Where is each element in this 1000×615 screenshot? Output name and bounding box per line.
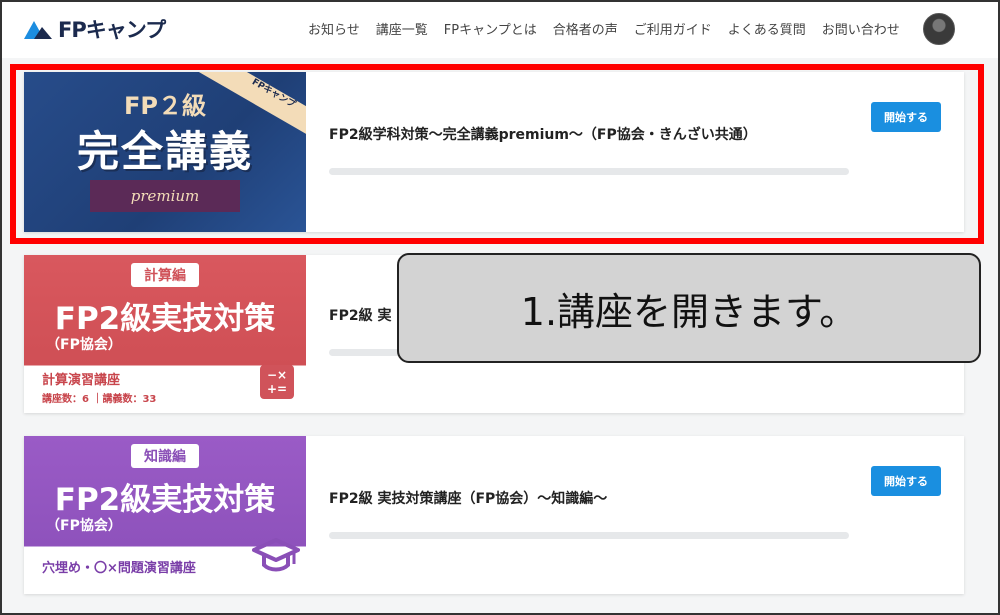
course-title[interactable]: FP2級 実技対策講座（FP協会）～知識編～ bbox=[329, 488, 607, 508]
nav-item-testimonials[interactable]: 合格者の声 bbox=[553, 19, 618, 38]
nav-item-about[interactable]: FPキャンプとは bbox=[444, 19, 537, 38]
logo-mountain-icon bbox=[24, 21, 52, 39]
course-progress-bar bbox=[329, 532, 849, 539]
site-logo[interactable]: FPキャンプ bbox=[22, 14, 166, 44]
logo-text: FPキャンプ bbox=[58, 18, 166, 42]
start-button[interactable]: 開始する bbox=[871, 466, 941, 496]
thumb-course-type: 穴埋め・〇×問題演習講座 bbox=[42, 561, 196, 576]
thumb-subheading: （FP協会） bbox=[46, 518, 122, 534]
calculator-icon: −× += bbox=[260, 365, 294, 399]
instruction-callout: 1.講座を開きます。 bbox=[397, 253, 981, 363]
thumb-tag: 知識編 bbox=[131, 444, 199, 468]
course-card-knowledge[interactable]: 知識編 FP2級実技対策 （FP協会） 穴埋め・〇×問題演習講座 FP2級 実技… bbox=[24, 436, 964, 594]
thumb-heading: FP2級実技対策 bbox=[54, 301, 276, 337]
screenshot-frame: FPキャンプ お知らせ 講座一覧 FPキャンプとは 合格者の声 ご利用ガイド よ… bbox=[0, 0, 1000, 615]
thumb-tag: 計算編 bbox=[131, 263, 199, 287]
course-thumbnail-calculation[interactable]: 計算編 FP2級実技対策 （FP協会） 計算演習講座 講座数：6 ｜講義数：33… bbox=[24, 255, 306, 413]
site-header: FPキャンプ お知らせ 講座一覧 FPキャンプとは 合格者の声 ご利用ガイド よ… bbox=[2, 2, 998, 58]
nav-item-guide[interactable]: ご利用ガイド bbox=[634, 19, 712, 38]
course-thumbnail-knowledge[interactable]: 知識編 FP2級実技対策 （FP協会） 穴埋め・〇×問題演習講座 bbox=[24, 436, 306, 594]
thumb-course-stats: 講座数：6 ｜講義数：33 bbox=[42, 394, 157, 405]
main-nav: お知らせ 講座一覧 FPキャンプとは 合格者の声 ご利用ガイド よくある質問 お… bbox=[308, 19, 900, 38]
thumb-course-type: 計算演習講座 bbox=[42, 373, 121, 388]
thumb-heading: FP2級実技対策 bbox=[54, 482, 276, 518]
nav-item-news[interactable]: お知らせ bbox=[308, 19, 360, 38]
graduation-cap-icon bbox=[252, 538, 300, 572]
course-title[interactable]: FP2級 実 bbox=[329, 305, 391, 325]
nav-item-contact[interactable]: お問い合わせ bbox=[822, 19, 900, 38]
nav-item-faq[interactable]: よくある質問 bbox=[728, 19, 806, 38]
nav-item-courses[interactable]: 講座一覧 bbox=[376, 19, 428, 38]
thumb-subheading: （FP協会） bbox=[46, 337, 122, 353]
user-avatar[interactable] bbox=[923, 13, 955, 45]
highlight-box bbox=[10, 64, 984, 244]
